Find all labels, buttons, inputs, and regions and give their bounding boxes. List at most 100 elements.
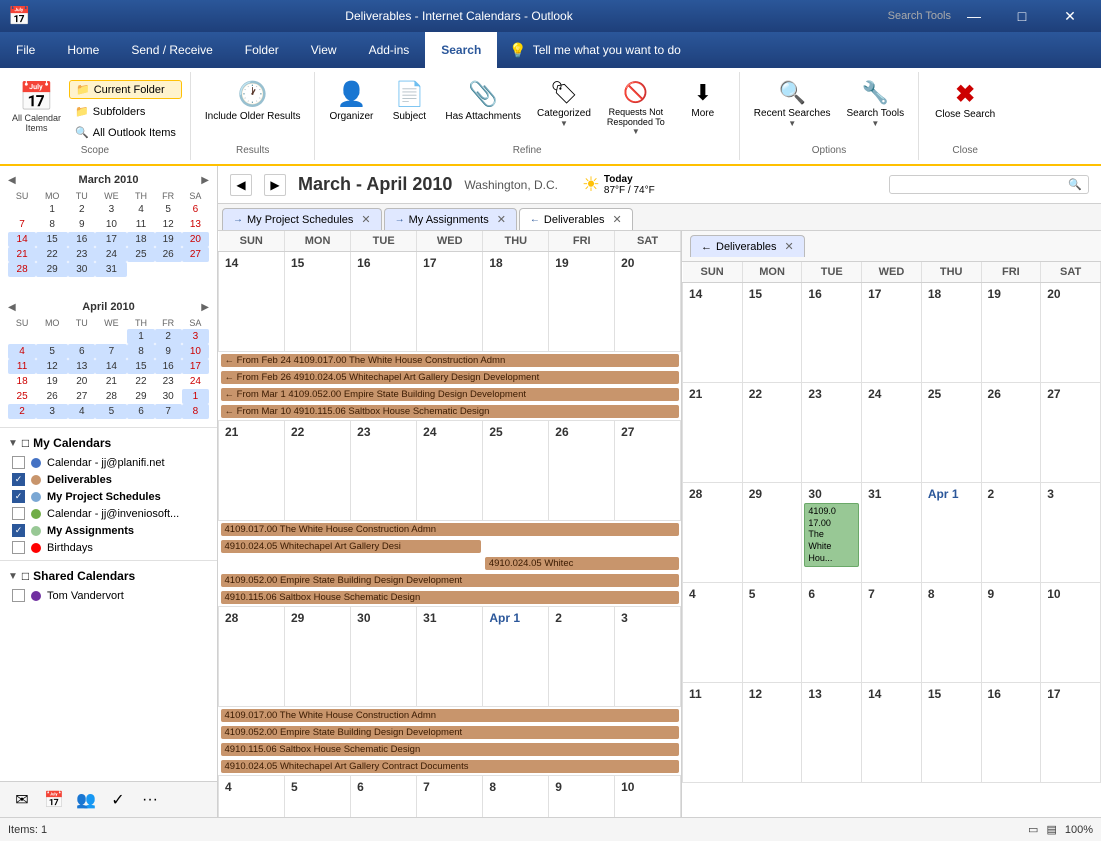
deliverables-tab[interactable]: ← Deliverables ✕ <box>519 208 633 230</box>
more-tools-button[interactable]: ··· <box>136 786 164 814</box>
right-calendar-day-cell[interactable]: 17 <box>1041 683 1101 783</box>
mini-cal-day[interactable]: 2 <box>155 329 182 344</box>
green-calendar-event[interactable]: 4109.0 17.00 The White Hou... <box>804 503 859 567</box>
mini-cal-day[interactable] <box>68 329 95 344</box>
calendar-day-cell[interactable]: 18 <box>483 252 549 352</box>
mini-cal-day[interactable]: 3 <box>95 202 127 217</box>
calendar-day-cell[interactable]: 8 <box>483 776 549 818</box>
cal-next-button[interactable]: ▶ <box>264 174 286 196</box>
calendar-checkbox[interactable] <box>12 507 25 520</box>
mini-cal-april-prev[interactable]: ◀ <box>8 302 16 313</box>
calendar-day-cell[interactable]: 16 <box>351 252 417 352</box>
mini-cal-day[interactable]: 12 <box>36 359 68 374</box>
calendar-day-cell[interactable]: 29 <box>284 607 350 707</box>
close-tab3-button[interactable]: ✕ <box>612 213 621 226</box>
tab-folder[interactable]: Folder <box>229 32 295 68</box>
right-calendar-day-cell[interactable]: 304109.0 17.00 The White Hou... <box>802 483 862 583</box>
right-calendar-day-cell[interactable]: 20 <box>1041 283 1101 383</box>
minimize-button[interactable]: — <box>951 0 997 32</box>
subfolders-button[interactable]: 📁 Subfolders <box>69 103 182 120</box>
mini-cal-day[interactable]: 9 <box>68 217 95 232</box>
calendar-event[interactable]: 4109.052.00 Empire State Building Design… <box>221 574 679 587</box>
mini-cal-day[interactable]: 16 <box>155 359 182 374</box>
search-icon[interactable]: 🔍 <box>1068 178 1082 191</box>
mini-cal-day[interactable]: 5 <box>36 344 68 359</box>
mini-cal-day[interactable]: 20 <box>68 374 95 389</box>
mini-cal-day[interactable]: 30 <box>68 262 95 277</box>
categorized-button[interactable]: 🏷 Categorized ▼ <box>531 76 597 132</box>
tab-view[interactable]: View <box>295 32 353 68</box>
calendar-day-cell[interactable]: 5 <box>284 776 350 818</box>
calendar-day-cell[interactable]: 7 <box>417 776 483 818</box>
calendar-day-cell[interactable]: 22 <box>284 421 350 521</box>
mini-cal-day[interactable]: 26 <box>36 389 68 404</box>
tab-search[interactable]: Search <box>425 32 497 68</box>
mini-cal-day[interactable]: 13 <box>182 217 209 232</box>
my-calendar-item[interactable]: ✓My Assignments <box>8 522 209 539</box>
tell-me-area[interactable]: 💡 Tell me what you want to do <box>497 32 1101 68</box>
right-calendar-day-cell[interactable]: 28 <box>683 483 743 583</box>
view-normal-icon[interactable]: ▭ <box>1028 823 1038 836</box>
calendar-day-cell[interactable]: Apr 1 <box>483 607 549 707</box>
my-calendar-item[interactable]: ✓Deliverables <box>8 471 209 488</box>
all-outlook-items-button[interactable]: 🔍 All Outlook Items <box>69 124 182 141</box>
mini-cal-day[interactable]: 20 <box>182 232 209 247</box>
calendar-day-cell[interactable]: 28 <box>219 607 285 707</box>
calendar-event[interactable]: 4910.115.06 Saltbox House Schematic Desi… <box>221 591 679 604</box>
calendar-search-input[interactable] <box>896 179 1068 191</box>
right-calendar-day-cell[interactable]: 15 <box>921 683 981 783</box>
calendar-day-cell[interactable]: 19 <box>549 252 615 352</box>
calendar-day-cell[interactable]: 3 <box>615 607 681 707</box>
mini-cal-day[interactable]: 16 <box>68 232 95 247</box>
mini-cal-day[interactable]: 18 <box>8 374 36 389</box>
right-calendar-day-cell[interactable]: 18 <box>921 283 981 383</box>
right-calendar-day-cell[interactable]: 25 <box>921 383 981 483</box>
calendar-day-cell[interactable]: 25 <box>483 421 549 521</box>
all-calendar-items-button[interactable]: 📅 All CalendarItems <box>8 76 65 137</box>
right-calendar-day-cell[interactable]: 8 <box>921 583 981 683</box>
mini-cal-day[interactable]: 10 <box>182 344 209 359</box>
calendar-day-cell[interactable]: 31 <box>417 607 483 707</box>
tab-home[interactable]: Home <box>51 32 115 68</box>
mini-cal-day[interactable]: 15 <box>127 359 154 374</box>
calendar-day-cell[interactable]: 26 <box>549 421 615 521</box>
calendar-event[interactable]: ← From Feb 26 4910.024.05 Whitechapel Ar… <box>221 371 679 384</box>
my-project-schedules-tab[interactable]: → My Project Schedules ✕ <box>222 208 382 230</box>
mini-cal-day[interactable]: 29 <box>127 389 154 404</box>
right-calendar-day-cell[interactable]: 17 <box>862 283 922 383</box>
right-calendar-day-cell[interactable]: 26 <box>981 383 1041 483</box>
mini-cal-day[interactable] <box>8 329 36 344</box>
mini-cal-day[interactable]: 19 <box>155 232 182 247</box>
calendar-day-cell[interactable]: 30 <box>351 607 417 707</box>
mini-cal-day[interactable]: 14 <box>95 359 127 374</box>
mini-cal-day[interactable] <box>95 329 127 344</box>
include-older-results-button[interactable]: 🕐 Include Older Results <box>199 76 307 127</box>
calendar-tool-button[interactable]: 📅 <box>40 786 68 814</box>
search-tools-button[interactable]: 🔧 Search Tools ▼ <box>841 76 911 132</box>
my-calendar-item[interactable]: ✓My Project Schedules <box>8 488 209 505</box>
deliverables-right-tab[interactable]: ← Deliverables ✕ <box>690 235 805 257</box>
mini-cal-april-next[interactable]: ▶ <box>201 302 209 313</box>
calendar-day-cell[interactable]: 27 <box>615 421 681 521</box>
requests-not-responded-button[interactable]: 🚫 Requests NotResponded To ▼ <box>601 76 671 140</box>
mini-cal-day[interactable]: 25 <box>8 389 36 404</box>
calendar-event[interactable]: 4109.052.00 Empire State Building Design… <box>221 726 679 739</box>
mini-cal-day[interactable]: 29 <box>36 262 68 277</box>
mini-cal-day[interactable] <box>36 329 68 344</box>
mini-cal-day[interactable]: 1 <box>182 389 209 404</box>
calendar-day-cell[interactable]: 14 <box>219 252 285 352</box>
right-calendar-day-cell[interactable]: 11 <box>683 683 743 783</box>
mini-cal-day[interactable]: 22 <box>127 374 154 389</box>
right-calendar-day-cell[interactable]: 3 <box>1041 483 1101 583</box>
right-calendar-day-cell[interactable]: Apr 1 <box>921 483 981 583</box>
people-tool-button[interactable]: 👥 <box>72 786 100 814</box>
calendar-event[interactable]: 4910.024.05 Whitec <box>485 557 679 570</box>
right-calendar-day-cell[interactable]: 27 <box>1041 383 1101 483</box>
mini-cal-day[interactable]: 21 <box>95 374 127 389</box>
tab-send-receive[interactable]: Send / Receive <box>115 32 228 68</box>
mini-cal-day[interactable]: 15 <box>36 232 68 247</box>
calendar-checkbox[interactable] <box>12 541 25 554</box>
right-calendar-day-cell[interactable]: 14 <box>862 683 922 783</box>
calendar-event[interactable]: 4109.017.00 The White House Construction… <box>221 709 679 722</box>
mini-cal-day[interactable]: 30 <box>155 389 182 404</box>
